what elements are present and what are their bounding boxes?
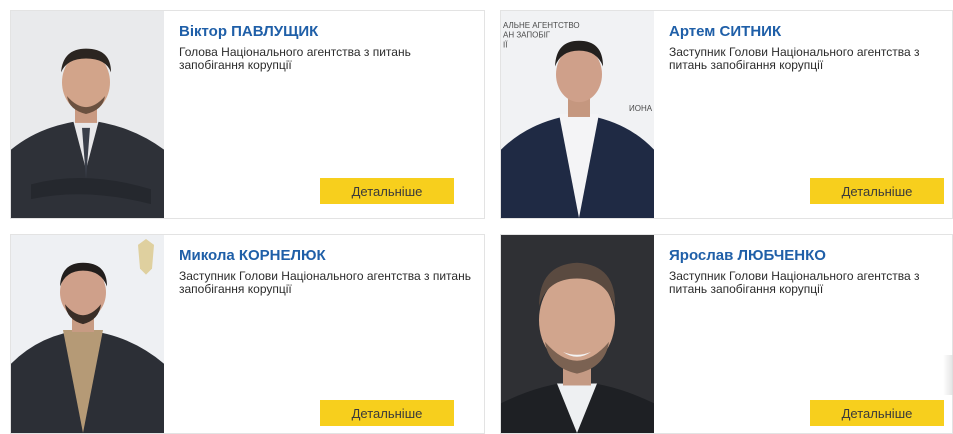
person-card: АЛЬНЕ АГЕНТСТВО АН ЗАПОБІГ ІЇ ИОНА Артем… xyxy=(500,10,953,219)
person-position: Заступник Голови Національного агентства… xyxy=(669,269,920,296)
backdrop-text: ІЇ xyxy=(503,41,508,50)
person-name: Микола КОРНЕЛЮК xyxy=(179,247,326,264)
scroll-edge xyxy=(943,355,953,395)
person-card: Ярослав ЛЮБЧЕНКО Заступник Голови Націон… xyxy=(500,234,953,434)
person-name: Віктор ПАВЛУЩИК xyxy=(179,23,319,40)
details-button[interactable]: Детальніше xyxy=(810,178,944,204)
person-name: Ярослав ЛЮБЧЕНКО xyxy=(669,247,826,264)
person-position: Заступник Голови Національного агентства… xyxy=(669,45,920,72)
person-position: Заступник Голови Національного агентства… xyxy=(179,269,471,296)
details-button[interactable]: Детальніше xyxy=(810,400,944,426)
backdrop-text: ИОНА xyxy=(629,104,653,113)
person-position: Голова Національного агентства з питань … xyxy=(179,45,411,72)
person-photo xyxy=(501,235,654,433)
backdrop-text: АН ЗАПОБІГ xyxy=(503,31,551,40)
backdrop-text: АЛЬНЕ АГЕНТСТВО xyxy=(503,21,580,30)
person-photo xyxy=(11,235,164,433)
details-button[interactable]: Детальніше xyxy=(320,400,454,426)
person-name: Артем СИТНИК xyxy=(669,23,782,40)
details-button[interactable]: Детальніше xyxy=(320,178,454,204)
person-photo: АЛЬНЕ АГЕНТСТВО АН ЗАПОБІГ ІЇ ИОНА xyxy=(501,11,654,218)
person-card: Микола КОРНЕЛЮК Заступник Голови Націона… xyxy=(10,234,485,434)
person-card: Віктор ПАВЛУЩИК Голова Національного аге… xyxy=(10,10,485,219)
person-photo xyxy=(11,11,164,218)
